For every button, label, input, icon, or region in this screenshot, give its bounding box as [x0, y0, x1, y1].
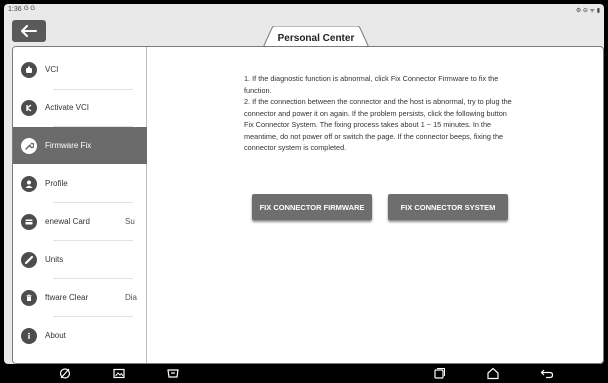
- status-bar: 1:36 G G ⚙ ⊖ ᯤ ▮: [4, 4, 604, 16]
- voice-assistant-icon[interactable]: [58, 367, 72, 380]
- sidebar-item-label: ftware Clear: [45, 293, 89, 302]
- notification-icons: G G: [24, 6, 36, 12]
- sidebar-item-about[interactable]: About: [13, 317, 147, 354]
- profile-icon: [21, 175, 37, 192]
- fix-connector-system-button[interactable]: FIX CONNECTOR SYSTEM: [388, 194, 508, 220]
- sidebar-item-label: enewal Card: [45, 217, 90, 226]
- sidebar-item-label: About: [45, 331, 66, 340]
- vci-connector-icon[interactable]: [166, 367, 180, 380]
- system-status-icons: ⚙ ⊖ ᯤ ▮: [575, 8, 600, 14]
- sidebar-item-label: Units: [45, 255, 64, 264]
- card-icon: [21, 213, 37, 230]
- sidebar-item-label: Activate VCI: [45, 103, 90, 112]
- sidebar-item-label: VCI: [45, 65, 59, 74]
- info-icon: [21, 327, 37, 344]
- sidebar-item-firmware-fix[interactable]: Firmware Fix: [13, 127, 147, 164]
- back-nav-icon[interactable]: [540, 367, 554, 380]
- sidebar-item-profile[interactable]: Profile: [13, 165, 147, 202]
- vci-icon: [21, 61, 37, 78]
- sidebar-item-label: Firmware Fix: [45, 141, 92, 150]
- sidebar-item-software-clear[interactable]: ftware Clear Dia: [13, 279, 147, 316]
- sidebar-item-label: Profile: [45, 179, 68, 188]
- sidebar-item-activate-vci[interactable]: Activate VCI: [13, 89, 147, 126]
- firmware-fix-panel: 1. If the diagnostic function is abnorma…: [148, 47, 603, 363]
- header: Personal Center: [4, 16, 604, 50]
- screenshot-icon[interactable]: [112, 367, 126, 380]
- content-frame: VCI Activate VCI Firmware Fix Profile en…: [12, 46, 604, 364]
- page-title: Personal Center: [277, 33, 355, 44]
- home-icon[interactable]: [486, 367, 500, 380]
- sidebar-item-extra: Su: [125, 217, 135, 226]
- back-arrow-icon: [21, 25, 37, 37]
- wrench-icon: [21, 137, 37, 154]
- instructions-text: 1. If the diagnostic function is abnorma…: [244, 74, 512, 152]
- sidebar-item-vci[interactable]: VCI: [13, 51, 147, 88]
- ruler-icon: [21, 251, 37, 268]
- sidebar: VCI Activate VCI Firmware Fix Profile en…: [13, 47, 147, 363]
- fix-connector-firmware-button[interactable]: FIX CONNECTOR FIRMWARE: [252, 194, 372, 220]
- back-button[interactable]: [12, 20, 46, 42]
- sidebar-item-units[interactable]: Units: [13, 241, 147, 278]
- sidebar-item-renewal-card[interactable]: enewal Card Su: [13, 203, 147, 240]
- status-time: 1:36: [8, 6, 22, 13]
- activate-icon: [21, 99, 37, 116]
- recent-apps-icon[interactable]: [432, 367, 446, 380]
- navigation-bar: [0, 364, 608, 383]
- sidebar-item-extra: Dia: [125, 293, 138, 302]
- device-screen: 1:36 G G ⚙ ⊖ ᯤ ▮ Personal Center VCI Act…: [0, 0, 608, 383]
- app-window: 1:36 G G ⚙ ⊖ ᯤ ▮ Personal Center VCI Act…: [4, 4, 604, 364]
- trash-icon: [21, 289, 37, 306]
